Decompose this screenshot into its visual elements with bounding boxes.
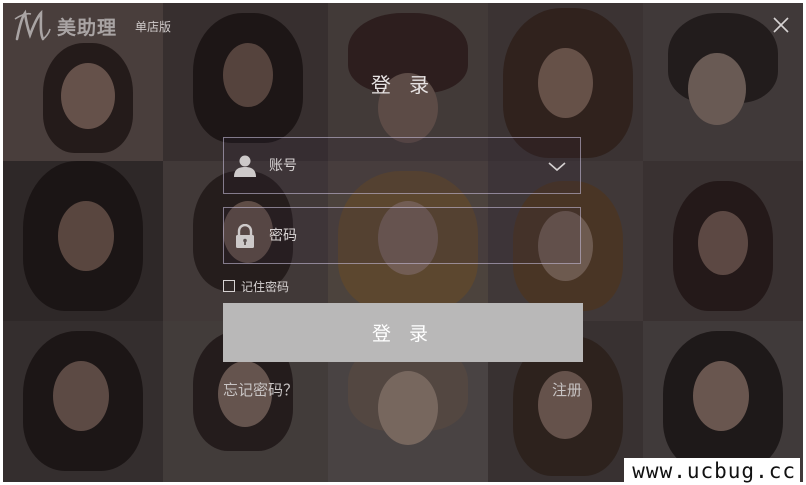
account-input[interactable] [269, 138, 549, 193]
title-bar: 美助理 单店版 [3, 3, 803, 47]
account-field [223, 137, 581, 194]
register-link[interactable]: 注册 [552, 379, 582, 400]
password-input[interactable] [269, 208, 549, 263]
app-logo-icon [14, 9, 51, 41]
login-title: 登 录 [370, 73, 436, 97]
forgot-password-link[interactable]: 忘记密码？ [223, 379, 298, 400]
chevron-down-icon[interactable] [548, 159, 566, 173]
close-icon[interactable] [771, 15, 791, 35]
login-window: 美助理 单店版 登 录 记住密码 登 录 忘记密码？ 注册 [3, 3, 803, 482]
app-name: 美助理 [57, 17, 118, 39]
password-field [223, 207, 581, 264]
site-watermark: www.ucbug.cc [624, 458, 800, 483]
lock-icon [236, 224, 254, 248]
remember-password-checkbox[interactable] [223, 280, 235, 292]
remember-password-label: 记住密码 [241, 279, 290, 294]
app-edition: 单店版 [135, 20, 172, 34]
remember-password-row: 记住密码 [223, 278, 289, 294]
login-button[interactable]: 登 录 [223, 303, 583, 362]
user-icon [234, 155, 256, 177]
